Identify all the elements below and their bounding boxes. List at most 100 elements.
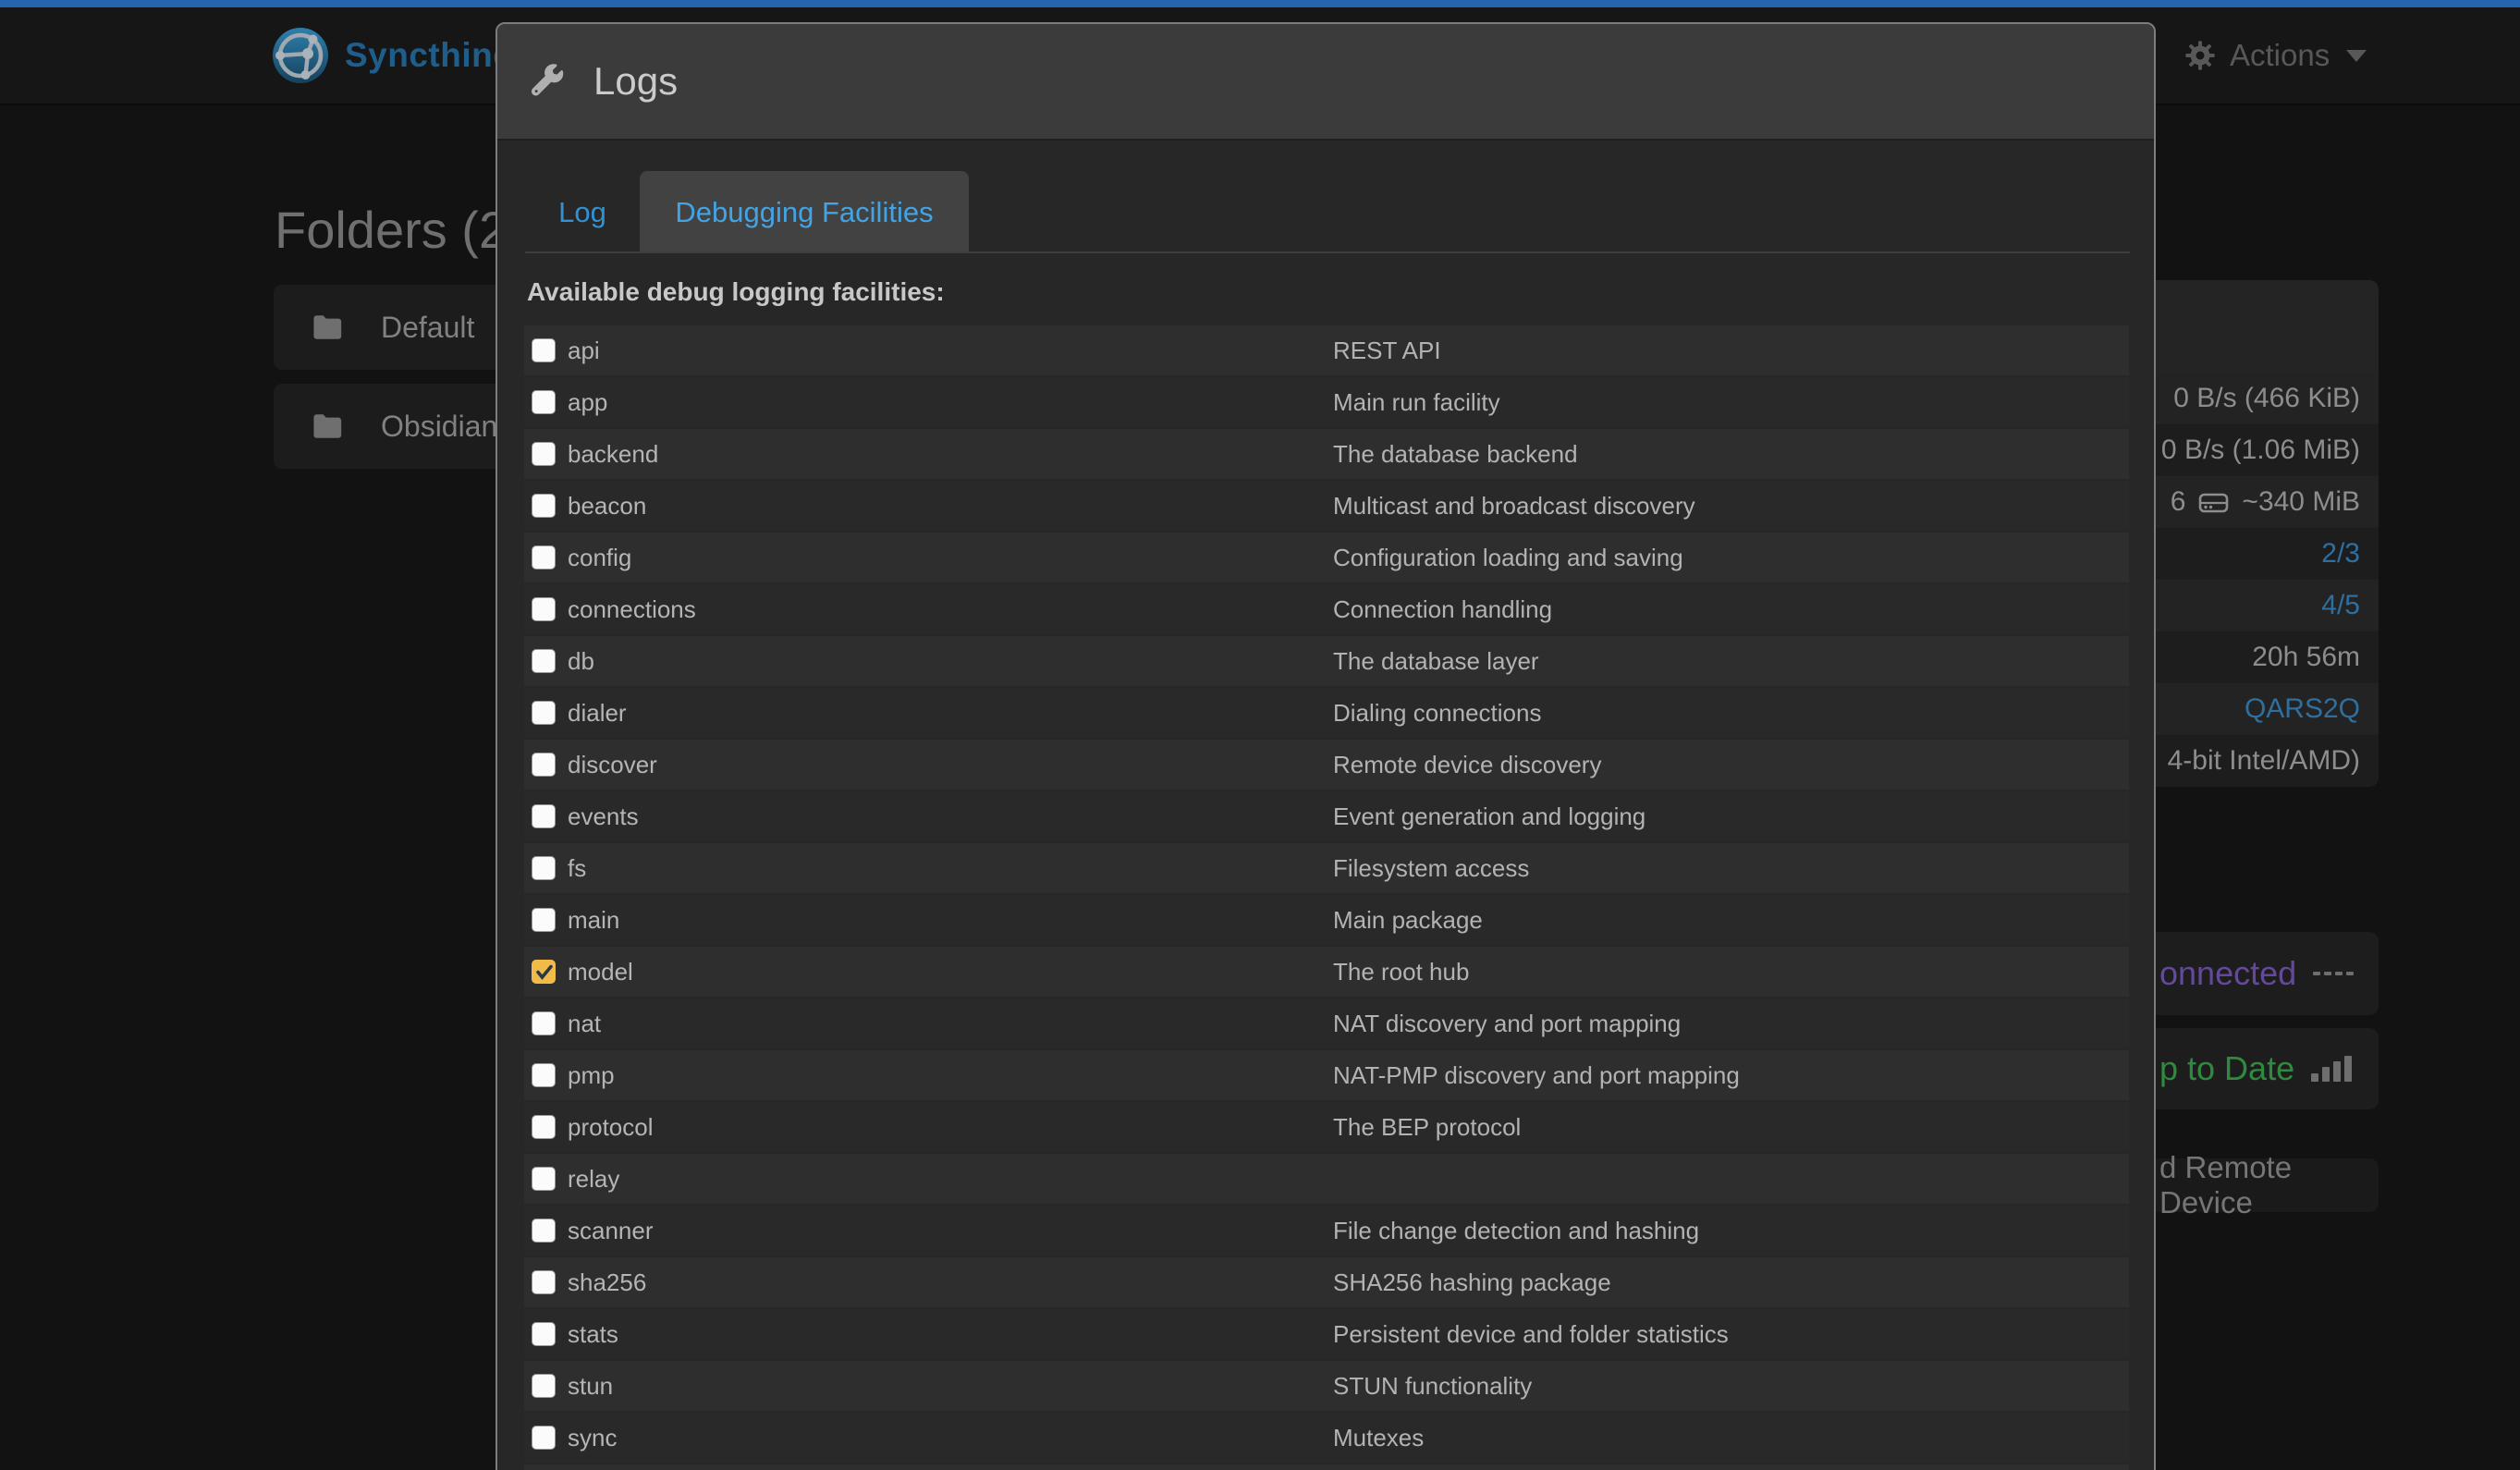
hdd-icon xyxy=(2198,490,2229,515)
facility-checkbox[interactable] xyxy=(532,1219,556,1243)
logs-modal: Logs Log Debugging Facilities Available … xyxy=(495,22,2156,1470)
device-stat-link[interactable]: 4/5 xyxy=(2321,590,2360,621)
facility-name: model xyxy=(568,958,633,986)
top-accent-bar xyxy=(0,0,2520,7)
facility-description: Remote device discovery xyxy=(1333,751,1601,779)
facility-description: NAT discovery and port mapping xyxy=(1333,1010,1681,1038)
folders-heading: Folders (2 xyxy=(275,200,508,260)
facility-checkbox[interactable] xyxy=(532,753,556,777)
facility-row: dialer Dialing connections xyxy=(524,688,2129,738)
facility-checkbox[interactable] xyxy=(532,338,556,362)
facility-name: dialer xyxy=(568,699,627,728)
facility-name: stun xyxy=(568,1372,613,1401)
device-stat-value: 20h 56m xyxy=(2252,642,2360,673)
facility-row: fs Filesystem access xyxy=(524,843,2129,893)
facility-name: events xyxy=(568,802,639,831)
facility-name: db xyxy=(568,647,594,676)
facility-checkbox[interactable] xyxy=(532,856,556,880)
facility-checkbox[interactable] xyxy=(532,1426,556,1450)
tab-debugging-facilities[interactable]: Debugging Facilities xyxy=(640,171,969,253)
facility-row: beaconMulticast and broadcast discovery xyxy=(524,481,2129,531)
facility-row: apiREST API xyxy=(524,325,2129,375)
device-stat-value: 4-bit Intel/AMD) xyxy=(2168,745,2360,777)
actions-menu-button[interactable]: Actions xyxy=(2184,31,2367,80)
facility-row: db The database layer xyxy=(524,636,2129,686)
logs-tabs: Log Debugging Facilities xyxy=(525,171,969,253)
facility-row: model The root hub xyxy=(524,947,2129,997)
device-stat-link[interactable]: 2/3 xyxy=(2321,538,2360,570)
facility-checkbox[interactable] xyxy=(532,649,556,673)
facility-checkbox[interactable] xyxy=(532,1011,556,1035)
device-stat-value: 0 B/s (1.06 MiB) xyxy=(2161,435,2360,466)
facility-checkbox[interactable] xyxy=(532,1063,556,1087)
facility-checkbox[interactable] xyxy=(532,908,556,932)
facility-description: STUN functionality xyxy=(1333,1372,1532,1401)
facility-name: stats xyxy=(568,1320,618,1349)
facility-name: main xyxy=(568,906,619,935)
facility-row: discoverRemote device discovery xyxy=(524,740,2129,790)
device-stat-link[interactable]: QARS2Q xyxy=(2245,693,2360,725)
device-stat-value: 0 B/s (466 KiB) xyxy=(2173,383,2360,414)
facility-checkbox[interactable] xyxy=(532,390,556,414)
facility-name: relay xyxy=(568,1165,619,1194)
facility-checkbox[interactable] xyxy=(532,1115,556,1139)
facility-description: SHA256 hashing package xyxy=(1333,1268,1611,1297)
facility-row: stun STUN functionality xyxy=(524,1361,2129,1411)
facility-description: The database layer xyxy=(1333,647,1539,676)
facility-description: NAT-PMP discovery and port mapping xyxy=(1333,1061,1740,1090)
tabs-divider xyxy=(525,251,2130,253)
facility-checkbox[interactable] xyxy=(532,701,556,725)
facility-row: connectionsConnection handling xyxy=(524,584,2129,634)
folder-label: Obsidian xyxy=(381,410,497,444)
facility-name: sync xyxy=(568,1424,617,1452)
logs-modal-title: Logs xyxy=(529,59,678,104)
facility-description: File change detection and hashing xyxy=(1333,1217,1699,1245)
facility-row: events Event generation and logging xyxy=(524,791,2129,841)
facility-name: connections xyxy=(568,595,696,624)
facility-row: config Configuration loading and saving xyxy=(524,533,2129,582)
facility-checkbox[interactable] xyxy=(532,597,556,621)
facility-name: nat xyxy=(568,1010,601,1038)
gear-icon xyxy=(2184,39,2217,72)
facility-description: Filesystem access xyxy=(1333,854,1529,883)
facility-checkbox[interactable] xyxy=(532,1167,556,1191)
facility-row: backend The database backend xyxy=(524,429,2129,479)
actions-label: Actions xyxy=(2230,38,2330,73)
facility-row: pmpNAT-PMP discovery and port mapping xyxy=(524,1050,2129,1100)
facility-description: Persistent device and folder statistics xyxy=(1333,1320,1729,1349)
facility-checkbox[interactable] xyxy=(532,442,556,466)
facility-name: scanner xyxy=(568,1217,654,1245)
facility-row: stats Persistent device and folder statis… xyxy=(524,1309,2129,1359)
signal-dashes-icon xyxy=(2313,972,2354,975)
facilities-table: apiREST APIappMain run facility backend Th… xyxy=(524,325,2129,1470)
facility-row: scanner File change detection and hashing xyxy=(524,1206,2129,1256)
facility-name: protocol xyxy=(568,1113,654,1142)
facility-description: Event generation and logging xyxy=(1333,802,1645,831)
facility-name: fs xyxy=(568,854,586,883)
caret-down-icon xyxy=(2346,50,2367,62)
facility-description: Main package xyxy=(1333,906,1483,935)
facility-checkbox[interactable] xyxy=(532,1270,556,1294)
facility-name: config xyxy=(568,544,631,572)
facility-description: Configuration loading and saving xyxy=(1333,544,1683,572)
facility-name: sha256 xyxy=(568,1268,646,1297)
device-stat-value: ~340 MiB xyxy=(2242,486,2360,518)
facility-name: app xyxy=(568,388,607,417)
signal-bars-icon xyxy=(2311,1056,2352,1082)
facility-description: The database backend xyxy=(1333,440,1578,469)
facility-checkbox[interactable] xyxy=(532,960,556,984)
facility-name: beacon xyxy=(568,492,646,521)
facility-description: Dialing connections xyxy=(1333,699,1541,728)
facility-checkbox[interactable] xyxy=(532,545,556,570)
facility-checkbox[interactable] xyxy=(532,1322,556,1346)
facility-checkbox[interactable] xyxy=(532,804,556,828)
facility-row: protocolThe BEP protocol xyxy=(524,1102,2129,1152)
facility-checkbox[interactable] xyxy=(532,1374,556,1398)
tab-log[interactable]: Log xyxy=(525,171,640,253)
facility-description: The root hub xyxy=(1333,958,1469,986)
brand-name: Syncthing xyxy=(345,36,514,75)
facility-row: appMain run facility xyxy=(524,377,2129,427)
facility-name: backend xyxy=(568,440,658,469)
brand-home-link[interactable]: Syncthing xyxy=(271,20,514,91)
facility-checkbox[interactable] xyxy=(532,494,556,518)
